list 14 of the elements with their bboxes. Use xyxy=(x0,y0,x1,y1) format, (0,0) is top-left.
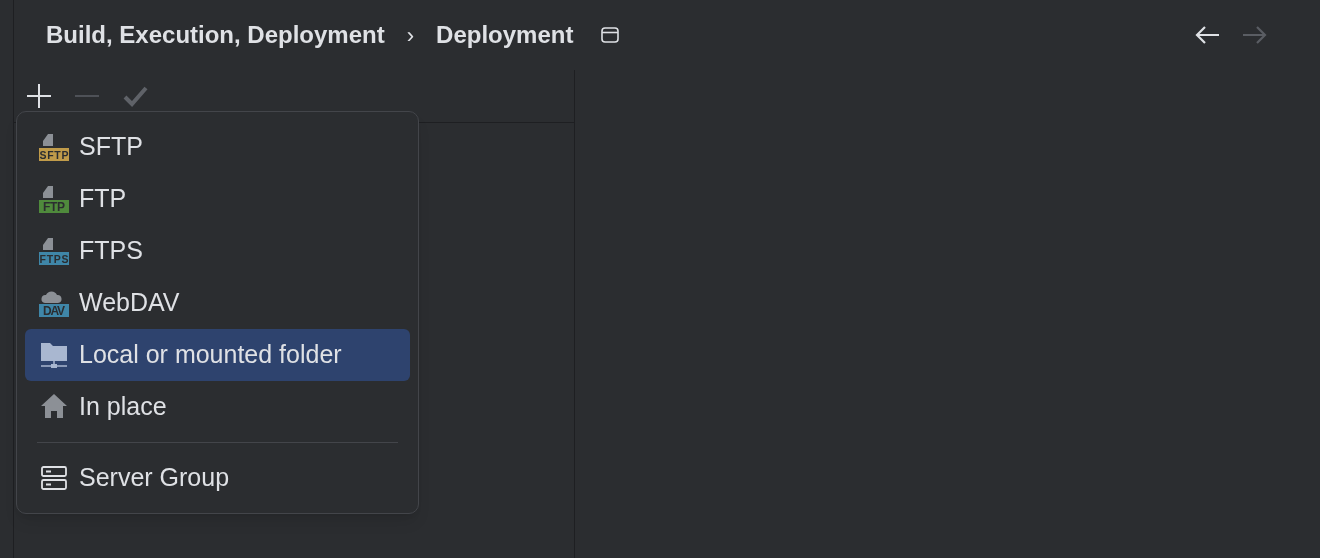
window-icon[interactable] xyxy=(601,27,620,43)
menu-item[interactable]: Local or mounted folder xyxy=(25,329,410,381)
add-icon[interactable] xyxy=(26,83,52,109)
menu-item[interactable]: SFTP SFTP xyxy=(25,121,410,173)
network-folder-icon xyxy=(39,340,69,370)
breadcrumb-separator: › xyxy=(406,21,415,50)
breadcrumb-item: Build, Execution, Deployment xyxy=(46,20,385,50)
menu-item[interactable]: FTPS FTPS xyxy=(25,225,410,277)
breadcrumb-item: Deployment xyxy=(436,20,574,50)
menu-item[interactable]: Server Group xyxy=(25,452,410,504)
menu-item[interactable]: FTP FTP xyxy=(25,173,410,225)
menu-item[interactable]: DAV WebDAV xyxy=(25,277,410,329)
menu-item[interactable]: In place xyxy=(25,381,410,433)
server-group-icon xyxy=(39,463,69,493)
